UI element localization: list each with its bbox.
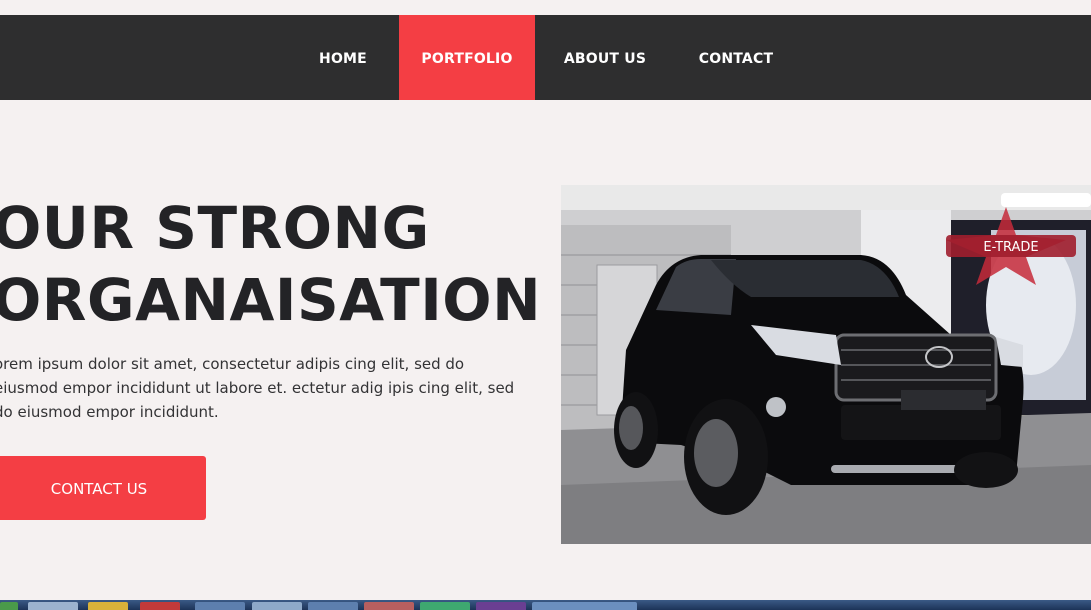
window-icon[interactable]	[252, 602, 302, 610]
start-orb-icon[interactable]	[0, 602, 18, 610]
hero-description: orem ipsum dolor sit amet, consectetur a…	[0, 355, 515, 421]
editor-icon[interactable]	[420, 602, 470, 610]
chrome-icon[interactable]	[88, 602, 128, 610]
app-icon[interactable]	[195, 602, 245, 610]
hero-title-line-2: ORGANAISATION	[0, 266, 542, 334]
skype-icon[interactable]	[532, 602, 637, 610]
hero-title: OUR STRONG ORGANAISATION	[0, 192, 541, 336]
top-strip	[0, 0, 1091, 15]
media-icon[interactable]	[140, 602, 180, 610]
hero-title-line-1: OUR STRONG	[0, 194, 430, 262]
nav-about-us[interactable]: ABOUT US	[556, 15, 654, 100]
network-icon[interactable]	[364, 602, 414, 610]
nav-home[interactable]: HOME	[304, 15, 382, 100]
logo-text: E-TRADE	[983, 240, 1038, 255]
nav-portfolio[interactable]: PORTFOLIO	[399, 15, 535, 100]
explorer-icon[interactable]	[476, 602, 526, 610]
windows-taskbar	[0, 600, 1091, 610]
nav-contact[interactable]: CONTACT	[690, 15, 782, 100]
browser-icon[interactable]	[308, 602, 358, 610]
contact-us-button[interactable]: CONTACT US	[0, 456, 206, 520]
hero-car-image: E-TRADE	[561, 185, 1091, 544]
folder-icon[interactable]	[28, 602, 78, 610]
main-navbar: HOME PORTFOLIO ABOUT US CONTACT	[0, 15, 1091, 100]
